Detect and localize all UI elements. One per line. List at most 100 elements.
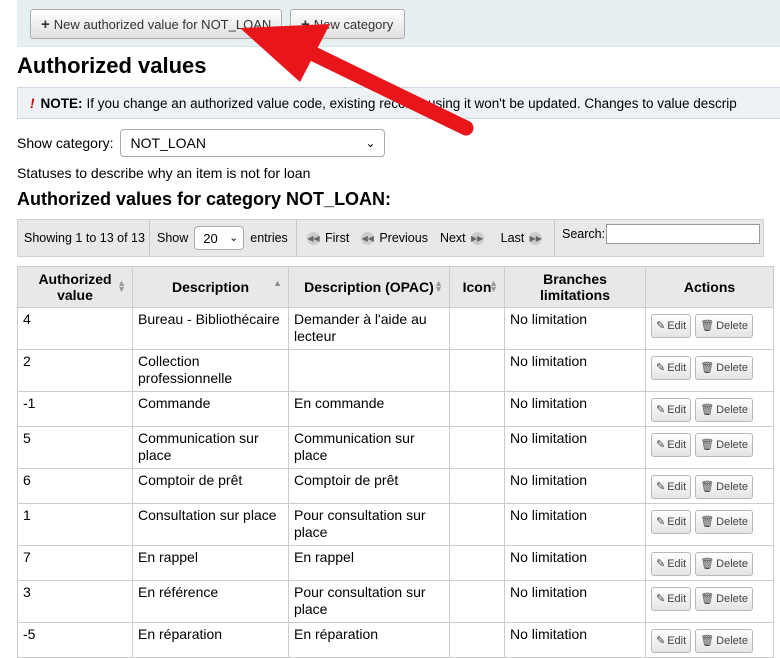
search-label: Search: xyxy=(562,227,606,241)
edit-button[interactable]: ✎ Edit xyxy=(651,475,692,499)
cell-actions: ✎ Edit 🗑 Delete xyxy=(645,307,774,350)
cell-actions: ✎ Edit 🗑 Delete xyxy=(645,580,774,623)
cell-description-opac: Pour consultation sur place xyxy=(288,580,450,623)
delete-button[interactable]: 🗑 Delete xyxy=(695,314,753,338)
cell-actions: ✎ Edit 🗑 Delete xyxy=(645,468,774,504)
next-page-button[interactable]: Next xyxy=(440,231,466,245)
note-text: If you change an authorized value code, … xyxy=(86,95,737,111)
delete-button[interactable]: 🗑 Delete xyxy=(695,356,753,380)
edit-button[interactable]: ✎ Edit xyxy=(651,356,692,380)
trash-icon: 🗑 xyxy=(700,319,715,332)
edit-button[interactable]: ✎ Edit xyxy=(651,552,692,576)
edit-button[interactable]: ✎ Edit xyxy=(651,433,692,457)
table-row: 5 Communication sur place Communication su… xyxy=(17,426,774,469)
sort-icon: ▲ ▼ xyxy=(489,278,498,294)
edit-button[interactable]: ✎ Edit xyxy=(651,587,692,611)
column-header-icon[interactable]: Icon ▲ ▼ xyxy=(449,266,505,308)
page-title: Authorized values xyxy=(17,53,207,78)
pencil-icon: ✎ xyxy=(656,592,666,605)
delete-button[interactable]: 🗑 Delete xyxy=(695,475,753,499)
new-category-button[interactable]: + New category xyxy=(290,9,405,39)
pagination: ◀◀ First ◀◀ Previous Next ▶▶ Last ▶▶ xyxy=(302,220,547,256)
previous-page-button[interactable]: Previous xyxy=(379,231,428,245)
table-row: 2 Collection professionnelle No limitation… xyxy=(17,349,774,392)
table-row: 1 Consultation sur place Pour consultation… xyxy=(17,503,774,546)
show-category-label: Show category: xyxy=(17,135,114,151)
edit-button[interactable]: ✎ Edit xyxy=(651,510,692,534)
sort-asc-icon: ▲ xyxy=(273,278,282,288)
cell-authorized-value: 6 xyxy=(17,468,133,504)
cell-branches: No limitation xyxy=(504,580,646,623)
first-page-icon: ◀◀ xyxy=(307,231,320,245)
table-info: Showing 1 to 13 of 13 xyxy=(24,231,145,245)
cell-description-opac: Communication sur place xyxy=(288,426,450,469)
cell-authorized-value: 4 xyxy=(17,307,133,350)
section-title: Authorized values for category NOT_LOAN: xyxy=(17,189,392,209)
plus-icon: + xyxy=(41,15,50,33)
category-select[interactable]: NOT_LOAN ⌄ xyxy=(119,129,385,157)
cell-description-opac: Pour consultation sur place xyxy=(288,503,450,546)
edit-button[interactable]: ✎ Edit xyxy=(651,398,692,422)
exclamation-icon: ! xyxy=(30,95,35,111)
edit-button[interactable]: ✎ Edit xyxy=(651,629,692,653)
new-authorized-value-button[interactable]: + New authorized value for NOT_LOAN xyxy=(30,9,282,39)
delete-button[interactable]: 🗑 Delete xyxy=(695,552,753,576)
category-description: Statuses to describe why an item is not … xyxy=(17,165,311,181)
cell-description: Comptoir de prêt xyxy=(132,468,289,504)
cell-description: En réparation xyxy=(132,622,289,658)
cell-description: En référence xyxy=(132,580,289,623)
cell-authorized-value: 5 xyxy=(17,426,133,469)
trash-icon: 🗑 xyxy=(700,403,715,416)
search-control: Search: xyxy=(562,216,761,252)
cell-description: Commande xyxy=(132,391,289,427)
cell-description: Bureau - Bibliothécaire xyxy=(132,307,289,350)
cell-branches: No limitation xyxy=(504,545,646,581)
chevron-down-icon: ⌄ xyxy=(365,136,376,150)
cell-icon xyxy=(449,468,505,504)
search-input[interactable] xyxy=(606,224,761,244)
cell-branches: No limitation xyxy=(504,391,646,427)
last-page-icon: ▶▶ xyxy=(529,231,543,245)
cell-description-opac xyxy=(288,349,450,392)
cell-description-opac: Comptoir de prêt xyxy=(288,468,450,504)
column-header-description-opac[interactable]: Description (OPAC) ▲ ▼ xyxy=(288,266,450,308)
show-category-row: Show category: NOT_LOAN ⌄ xyxy=(17,129,385,157)
last-page-button[interactable]: Last xyxy=(501,231,525,245)
entries-label: entries xyxy=(250,231,288,245)
new-authorized-value-label: New authorized value for NOT_LOAN xyxy=(53,16,272,32)
plus-icon: + xyxy=(301,15,310,33)
delete-button[interactable]: 🗑 Delete xyxy=(695,510,753,534)
pencil-icon: ✎ xyxy=(656,557,666,570)
trash-icon: 🗑 xyxy=(700,634,715,647)
new-category-label: New category xyxy=(313,16,394,32)
cell-description-opac: Demander à l'aide au lecteur xyxy=(288,307,450,350)
cell-actions: ✎ Edit 🗑 Delete xyxy=(645,545,774,581)
cell-actions: ✎ Edit 🗑 Delete xyxy=(645,426,774,469)
trash-icon: 🗑 xyxy=(700,480,715,493)
cell-branches: No limitation xyxy=(504,349,646,392)
table-row: -1 Commande En commande No limitation ✎ Edit 🗑… xyxy=(17,391,774,427)
column-header-authorized-value[interactable]: Authorized value ▲ ▼ xyxy=(17,266,133,308)
cell-branches: No limitation xyxy=(504,503,646,546)
delete-button[interactable]: 🗑 Delete xyxy=(695,587,753,611)
cell-description-opac: En réparation xyxy=(288,622,450,658)
page-length-select[interactable]: 20 ⌄ xyxy=(194,226,245,250)
cell-description: En rappel xyxy=(132,545,289,581)
next-page-icon: ▶▶ xyxy=(470,231,484,245)
column-header-actions: Actions xyxy=(645,266,774,308)
table-row: 7 En rappel En rappel No limitation ✎ Edit 🗑 De… xyxy=(17,545,774,581)
trash-icon: 🗑 xyxy=(700,438,715,451)
sort-icon: ▲ ▼ xyxy=(117,278,126,294)
trash-icon: 🗑 xyxy=(700,515,715,528)
cell-branches: No limitation xyxy=(504,426,646,469)
first-page-button[interactable]: First xyxy=(325,231,349,245)
delete-button[interactable]: 🗑 Delete xyxy=(695,629,753,653)
delete-button[interactable]: 🗑 Delete xyxy=(695,398,753,422)
pencil-icon: ✎ xyxy=(656,515,666,528)
column-header-branches[interactable]: Branches limitations xyxy=(504,266,646,308)
edit-button[interactable]: ✎ Edit xyxy=(651,314,692,338)
column-header-description[interactable]: Description ▲ xyxy=(132,266,289,308)
delete-button[interactable]: 🗑 Delete xyxy=(695,433,753,457)
table-row: -5 En réparation En réparation No limitatio… xyxy=(17,622,774,658)
pencil-icon: ✎ xyxy=(656,480,666,493)
